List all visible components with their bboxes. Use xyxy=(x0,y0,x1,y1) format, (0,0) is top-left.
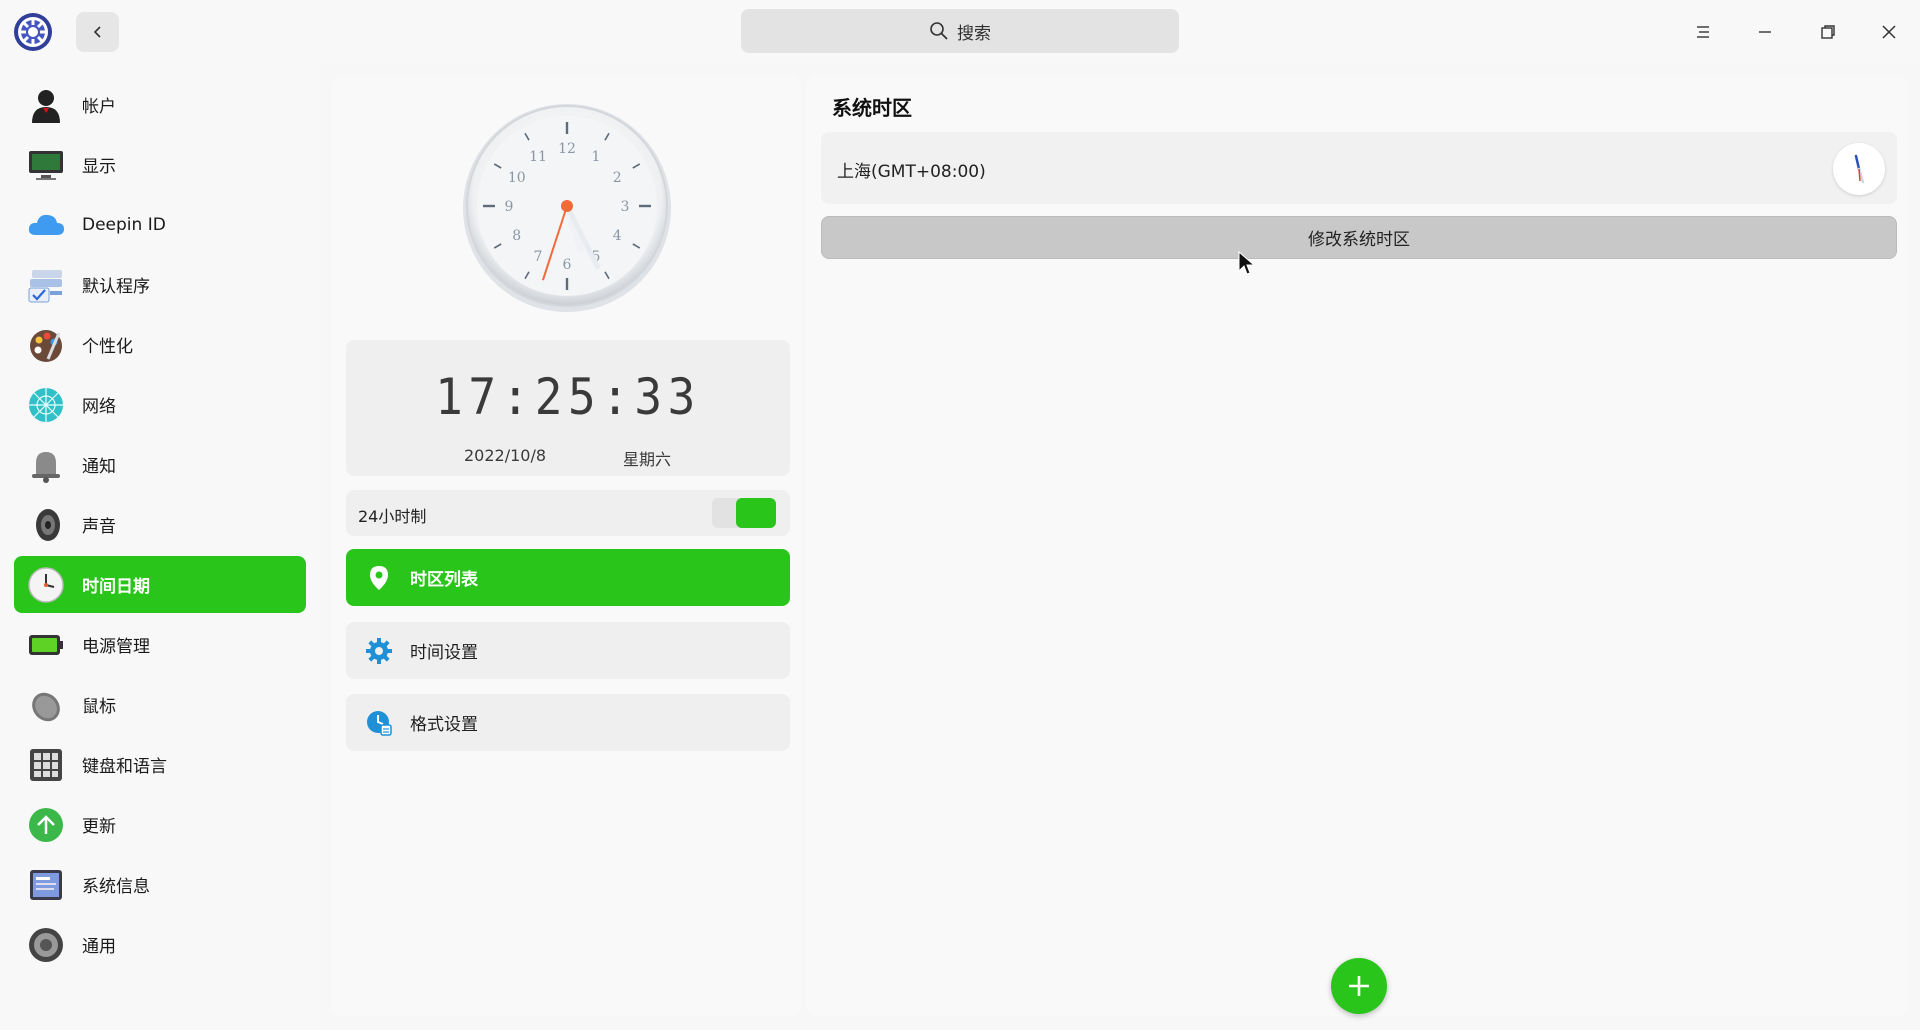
format-24h-toggle[interactable] xyxy=(712,498,776,528)
maximize-button[interactable] xyxy=(1808,12,1848,52)
restore-icon xyxy=(1821,25,1835,39)
clock-number: 8 xyxy=(512,228,521,244)
sidebar-item-deepin-id[interactable]: Deepin ID xyxy=(14,196,306,253)
format-24h-row: 24小时制 xyxy=(346,490,790,536)
menu-timezone-list[interactable]: 时区列表 xyxy=(346,549,790,606)
location-pin-icon xyxy=(370,565,388,590)
menu-button[interactable] xyxy=(1683,12,1723,52)
clock-number: 7 xyxy=(534,249,543,265)
clock-number: 9 xyxy=(505,199,514,215)
timezone-row[interactable]: 上海(GMT+08:00) xyxy=(821,132,1897,204)
sidebar-item-display[interactable]: 显示 xyxy=(14,136,306,193)
add-timezone-button[interactable] xyxy=(1331,958,1387,1014)
clock-number: 10 xyxy=(508,170,526,186)
clock-format-icon xyxy=(367,710,392,736)
system-info-icon xyxy=(30,869,62,900)
clock-number: 4 xyxy=(613,228,622,244)
format-24h-label: 24小时制 xyxy=(358,507,427,526)
sidebar-item-system-info[interactable]: 系统信息 xyxy=(14,856,306,913)
weekday-text: 星期六 xyxy=(623,450,672,469)
battery-icon xyxy=(29,634,63,655)
search-input[interactable]: 搜索 xyxy=(741,9,1179,53)
speaker-icon xyxy=(36,508,60,541)
keyboard-icon xyxy=(30,748,62,781)
menu-icon xyxy=(1697,26,1709,38)
minimize-icon xyxy=(1759,31,1771,33)
sidebar-item-notification[interactable]: 通知 xyxy=(14,436,306,493)
date-text: 2022/10/8 xyxy=(464,446,547,465)
search-placeholder: 搜索 xyxy=(957,23,991,44)
back-button[interactable] xyxy=(76,12,119,52)
minimize-button[interactable] xyxy=(1745,12,1785,52)
clock-number: 1 xyxy=(592,149,601,165)
sidebar-item-personalization[interactable]: 个性化 xyxy=(14,316,306,373)
clock-icon xyxy=(28,566,64,603)
sidebar-item-general[interactable]: 通用 xyxy=(14,916,306,973)
bell-icon xyxy=(32,451,60,483)
display-icon xyxy=(29,150,63,180)
cloud-icon xyxy=(28,214,64,235)
section-title: 系统时区 xyxy=(832,96,912,120)
digital-time: 17:25:33 xyxy=(435,368,701,426)
close-button[interactable] xyxy=(1869,12,1909,52)
sidebar-item-power[interactable]: 电源管理 xyxy=(14,616,306,673)
close-icon xyxy=(1882,25,1896,39)
toggle-knob xyxy=(736,498,776,528)
mouse-icon xyxy=(32,692,60,721)
chevron-left-icon xyxy=(93,26,101,38)
mouse-cursor-icon xyxy=(1238,251,1256,275)
sidebar-item-sound[interactable]: 声音 xyxy=(14,496,306,553)
gear-icon xyxy=(29,927,63,962)
clock-number: 3 xyxy=(621,199,630,215)
title-bar: 搜索 xyxy=(0,0,1920,64)
analog-clock: 12 1 2 3 4 5 6 7 8 9 10 11 xyxy=(460,100,675,315)
timezone-name: 上海(GMT+08:00) xyxy=(837,162,986,182)
sidebar-item-account[interactable]: 帐户 xyxy=(14,76,306,133)
update-icon xyxy=(29,807,63,842)
menu-format-settings[interactable]: 格式设置 xyxy=(346,694,790,751)
menu-time-settings[interactable]: 时间设置 xyxy=(346,622,790,679)
clock-number: 2 xyxy=(613,170,622,186)
clock-number: 11 xyxy=(529,149,547,165)
sidebar-item-update[interactable]: 更新 xyxy=(14,796,306,853)
sidebar-item-keyboard[interactable]: 键盘和语言 xyxy=(14,736,306,793)
default-apps-icon xyxy=(28,269,62,302)
sidebar-item-mouse[interactable]: 鼠标 xyxy=(14,676,306,733)
sidebar-item-default-apps[interactable]: 默认程序 xyxy=(14,256,306,313)
timezone-clock-icon xyxy=(1833,143,1885,195)
change-timezone-button[interactable]: 修改系统时区 xyxy=(821,216,1897,259)
network-icon xyxy=(29,387,63,422)
clock-number: 6 xyxy=(563,257,572,273)
account-icon xyxy=(32,89,60,123)
palette-icon xyxy=(30,329,62,362)
app-logo-icon xyxy=(13,12,53,52)
sidebar-item-datetime[interactable]: 时间日期 xyxy=(14,556,306,613)
gear-icon xyxy=(366,637,392,664)
search-icon xyxy=(930,22,948,40)
plus-icon xyxy=(1349,976,1369,996)
clock-number: 12 xyxy=(558,141,576,157)
digital-time-card: 17:25:33 2022/10/8 星期六 xyxy=(346,340,790,476)
sidebar: 帐户 显示 Deepin ID 默认程序 个性化 网络 通知 声音 时间日期 电… xyxy=(0,64,320,1030)
sidebar-item-network[interactable]: 网络 xyxy=(14,376,306,433)
